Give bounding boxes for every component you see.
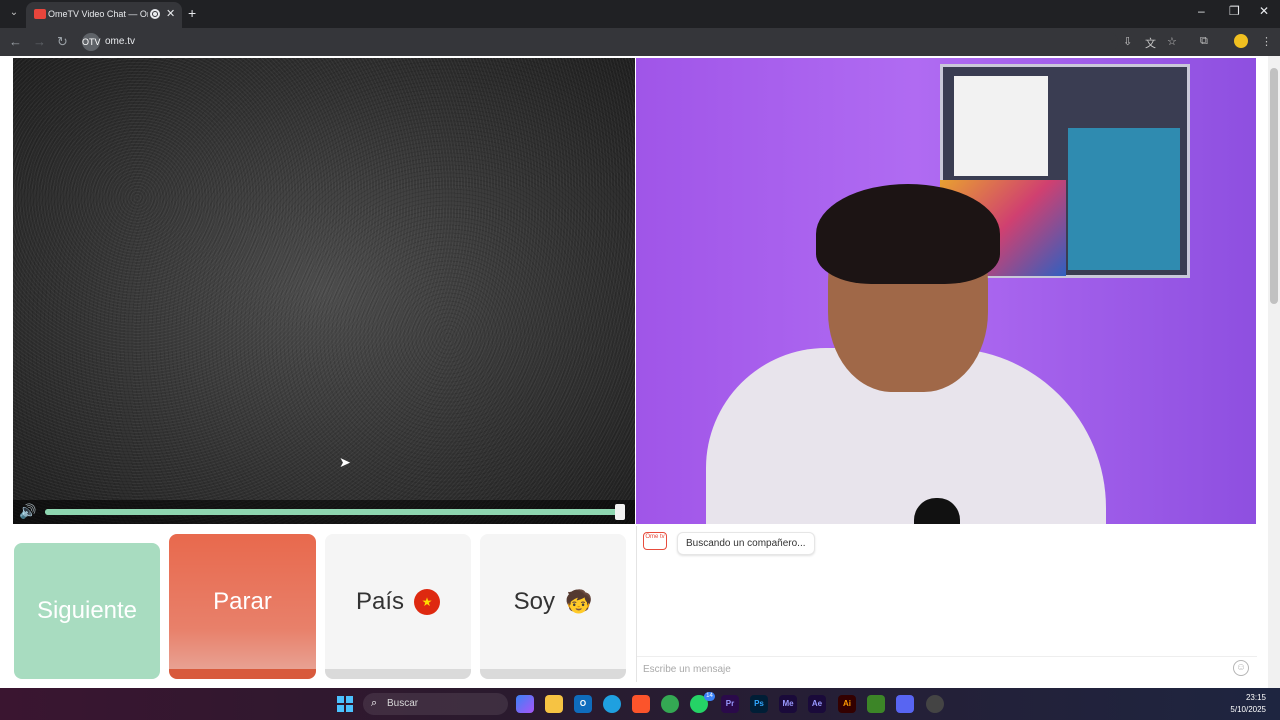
- minimize-icon[interactable]: –: [1198, 4, 1205, 18]
- translate-icon[interactable]: 文: [1145, 35, 1156, 51]
- close-tab-icon[interactable]: ✕: [166, 7, 175, 20]
- video-controls: 🔊: [13, 500, 635, 524]
- restore-icon[interactable]: ❐: [1229, 4, 1240, 18]
- browser-toolbar: ← → ↻ OTV ome.tv ⇩ 文 ☆ ⧉ ⋮: [0, 28, 1280, 56]
- profile-avatar[interactable]: [1234, 34, 1248, 48]
- photoshop-icon[interactable]: Ps: [750, 695, 768, 713]
- site-info-icon[interactable]: OTV: [82, 33, 101, 51]
- brave-icon[interactable]: [632, 695, 650, 713]
- windows-taskbar: ⌕ Buscar O 14 Pr Ps Me Ae Ai 23:15 5/10/…: [0, 688, 1280, 720]
- premiere-icon[interactable]: Pr: [721, 695, 739, 713]
- address-bar[interactable]: OTV ome.tv: [78, 31, 1118, 53]
- volume-slider[interactable]: [45, 509, 623, 515]
- clock-date: 5/10/2025: [1230, 705, 1266, 714]
- stop-button[interactable]: Parar: [169, 534, 316, 679]
- page-scrollbar[interactable]: [1268, 56, 1280, 688]
- after-effects-icon[interactable]: Ae: [808, 695, 826, 713]
- country-button-label: País: [355, 587, 405, 615]
- message-input[interactable]: [643, 661, 1223, 677]
- volume-icon[interactable]: 🔊: [19, 503, 36, 520]
- minecraft-icon[interactable]: [867, 695, 885, 713]
- mouse-cursor-icon: ➤: [339, 454, 351, 470]
- volume-handle[interactable]: [615, 504, 625, 520]
- taskbar-search[interactable]: ⌕ Buscar: [363, 693, 508, 715]
- browser-tab-bar: ⌄ OmeTV Video Chat — Ome ✕ + – ❐ ✕: [0, 0, 1280, 28]
- whatsapp-badge: 14: [704, 692, 715, 701]
- emoji-icon[interactable]: ☺: [1233, 660, 1249, 676]
- status-message: Buscando un compañero...: [677, 532, 815, 555]
- partner-video: ➤ 🔊: [13, 58, 635, 524]
- country-button[interactable]: País ★: [325, 534, 471, 679]
- gender-button[interactable]: Soy 🧒: [480, 534, 626, 679]
- reload-icon[interactable]: ↻: [57, 34, 68, 50]
- chrome-icon[interactable]: [661, 695, 679, 713]
- outlook-icon[interactable]: O: [574, 695, 592, 713]
- ometv-logo-icon: Ome tv: [643, 532, 667, 550]
- search-icon: ⌕: [371, 697, 378, 709]
- volume-fill: [45, 509, 623, 515]
- chat-input-bar: ☺: [637, 656, 1257, 680]
- wall-paper: [954, 76, 1048, 176]
- copilot-icon[interactable]: [516, 695, 534, 713]
- search-label: Buscar: [387, 698, 419, 709]
- close-window-icon[interactable]: ✕: [1259, 4, 1269, 18]
- next-button-label: Siguiente: [36, 597, 138, 624]
- forward-icon[interactable]: →: [33, 34, 46, 49]
- edge-icon[interactable]: [603, 695, 621, 713]
- boy-emoji-icon: 🧒: [564, 588, 593, 614]
- url-text[interactable]: ome.tv: [105, 36, 135, 47]
- china-flag-icon: ★: [414, 588, 441, 615]
- clock-time: 23:15: [1245, 693, 1266, 702]
- extensions-icon[interactable]: ⧉: [1200, 35, 1208, 48]
- illustrator-icon[interactable]: Ai: [838, 695, 856, 713]
- tab-search-icon[interactable]: ⌄: [6, 5, 22, 21]
- back-icon[interactable]: ←: [9, 34, 22, 49]
- tab-ometv[interactable]: OmeTV Video Chat — Ome ✕: [26, 2, 182, 28]
- taskbar-clock[interactable]: 23:15 5/10/2025: [1230, 692, 1266, 716]
- media-encoder-icon[interactable]: Me: [779, 695, 797, 713]
- obs-icon[interactable]: [926, 695, 944, 713]
- chat-panel: Ome tv Buscando un compañero... ☺: [636, 526, 1257, 682]
- menu-dots-icon[interactable]: ⋮: [1261, 35, 1272, 48]
- favicon-icon: [34, 9, 46, 19]
- next-button[interactable]: Siguiente: [14, 543, 160, 679]
- new-tab-button[interactable]: +: [188, 5, 196, 21]
- scrollbar-thumb[interactable]: [1270, 68, 1278, 304]
- file-explorer-icon[interactable]: [545, 695, 563, 713]
- gender-button-label: Soy: [513, 587, 555, 615]
- static-noise: [13, 58, 635, 524]
- person-hair: [816, 184, 1000, 284]
- self-camera-video: [636, 58, 1256, 524]
- stop-button-label: Parar: [213, 587, 272, 615]
- install-app-icon[interactable]: ⇩: [1123, 35, 1132, 48]
- windows-start-icon[interactable]: [337, 696, 353, 712]
- wall-painting: [1068, 128, 1180, 270]
- recording-icon: [150, 9, 160, 19]
- bookmark-star-icon[interactable]: ☆: [1167, 35, 1177, 48]
- discord-icon[interactable]: [896, 695, 914, 713]
- ometv-page: ➤ 🔊 Siguiente Parar País ★ Soy 🧒 Ome tv: [0, 56, 1280, 688]
- tab-title: OmeTV Video Chat — Ome: [48, 9, 148, 19]
